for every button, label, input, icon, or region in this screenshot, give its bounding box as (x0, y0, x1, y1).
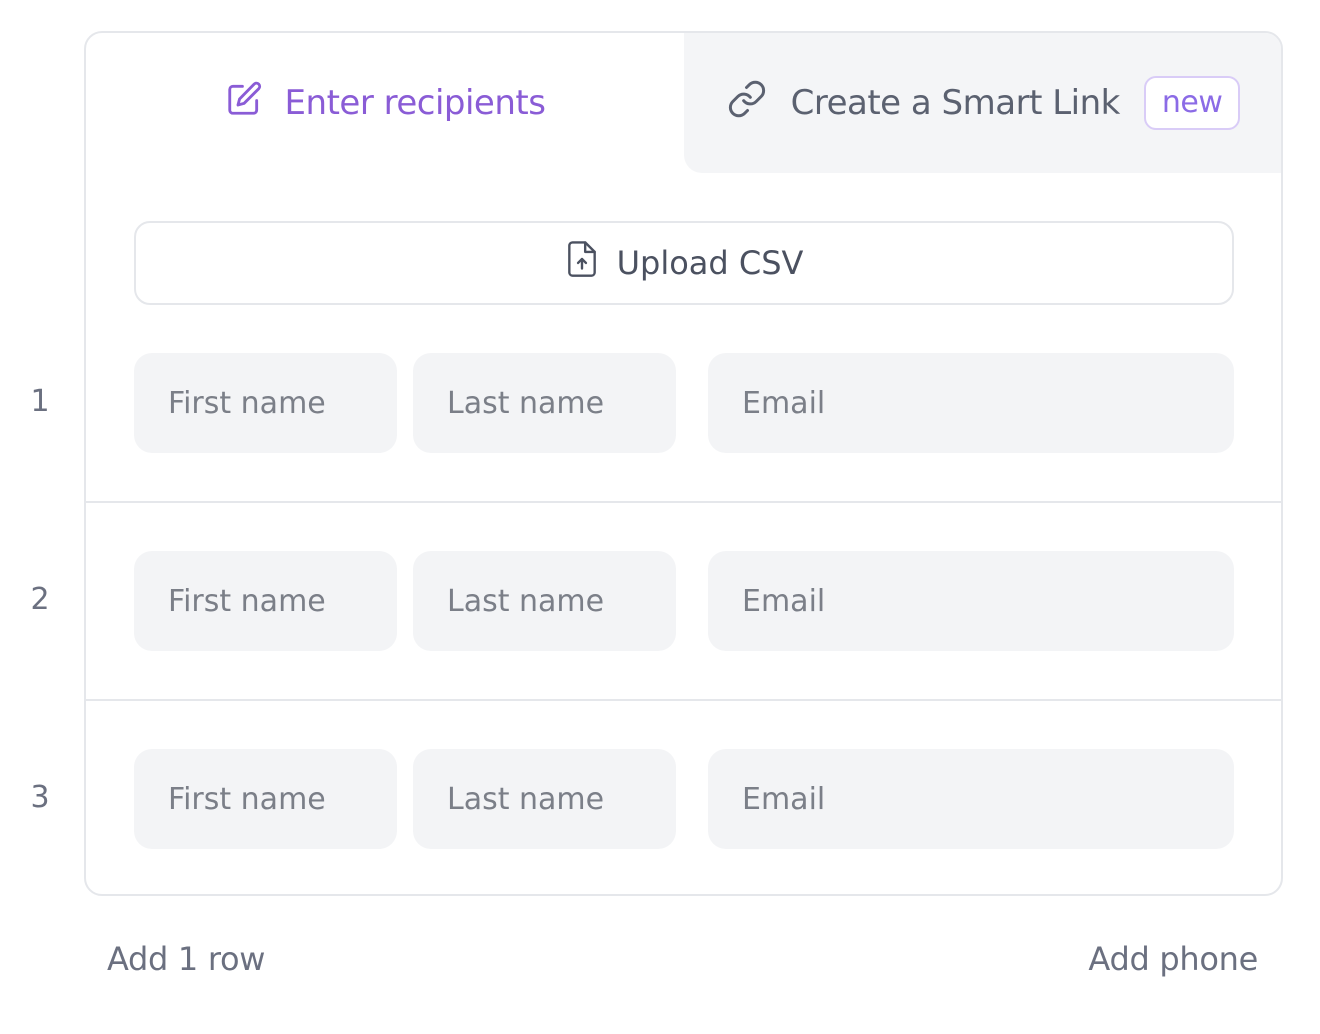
tab-create-smart-link[interactable]: Create a Smart Link new (684, 33, 1281, 173)
tab-bar: Enter recipients Create a Smart Link new (86, 33, 1281, 173)
edit-icon (225, 80, 263, 127)
last-name-input[interactable] (413, 551, 676, 651)
new-badge: new (1143, 76, 1241, 130)
last-name-input[interactable] (413, 749, 676, 849)
row-number: 3 (30, 780, 50, 815)
recipients-panel: Enter recipients Create a Smart Link new (0, 0, 1320, 1034)
tab-create-smart-link-label: Create a Smart Link (790, 83, 1121, 123)
row-number: 1 (30, 384, 50, 419)
email-input[interactable] (708, 551, 1234, 651)
upload-csv-button[interactable]: Upload CSV (134, 221, 1234, 305)
email-input[interactable] (708, 749, 1234, 849)
add-row-link[interactable]: Add 1 row (107, 940, 265, 978)
recipient-row-1 (86, 305, 1281, 503)
recipients-card: Enter recipients Create a Smart Link new (84, 31, 1283, 896)
tab-enter-recipients[interactable]: Enter recipients (86, 33, 684, 173)
link-icon (727, 79, 767, 128)
file-upload-icon (565, 240, 599, 286)
last-name-input[interactable] (413, 353, 676, 453)
upload-csv-label: Upload CSV (616, 244, 804, 282)
tab-enter-recipients-label: Enter recipients (284, 83, 546, 123)
first-name-input[interactable] (134, 749, 397, 849)
recipient-row-3 (86, 701, 1281, 894)
email-input[interactable] (708, 353, 1234, 453)
recipient-row-2 (86, 503, 1281, 701)
add-phone-link[interactable]: Add phone (1088, 940, 1258, 978)
first-name-input[interactable] (134, 353, 397, 453)
first-name-input[interactable] (134, 551, 397, 651)
row-number: 2 (30, 582, 50, 617)
